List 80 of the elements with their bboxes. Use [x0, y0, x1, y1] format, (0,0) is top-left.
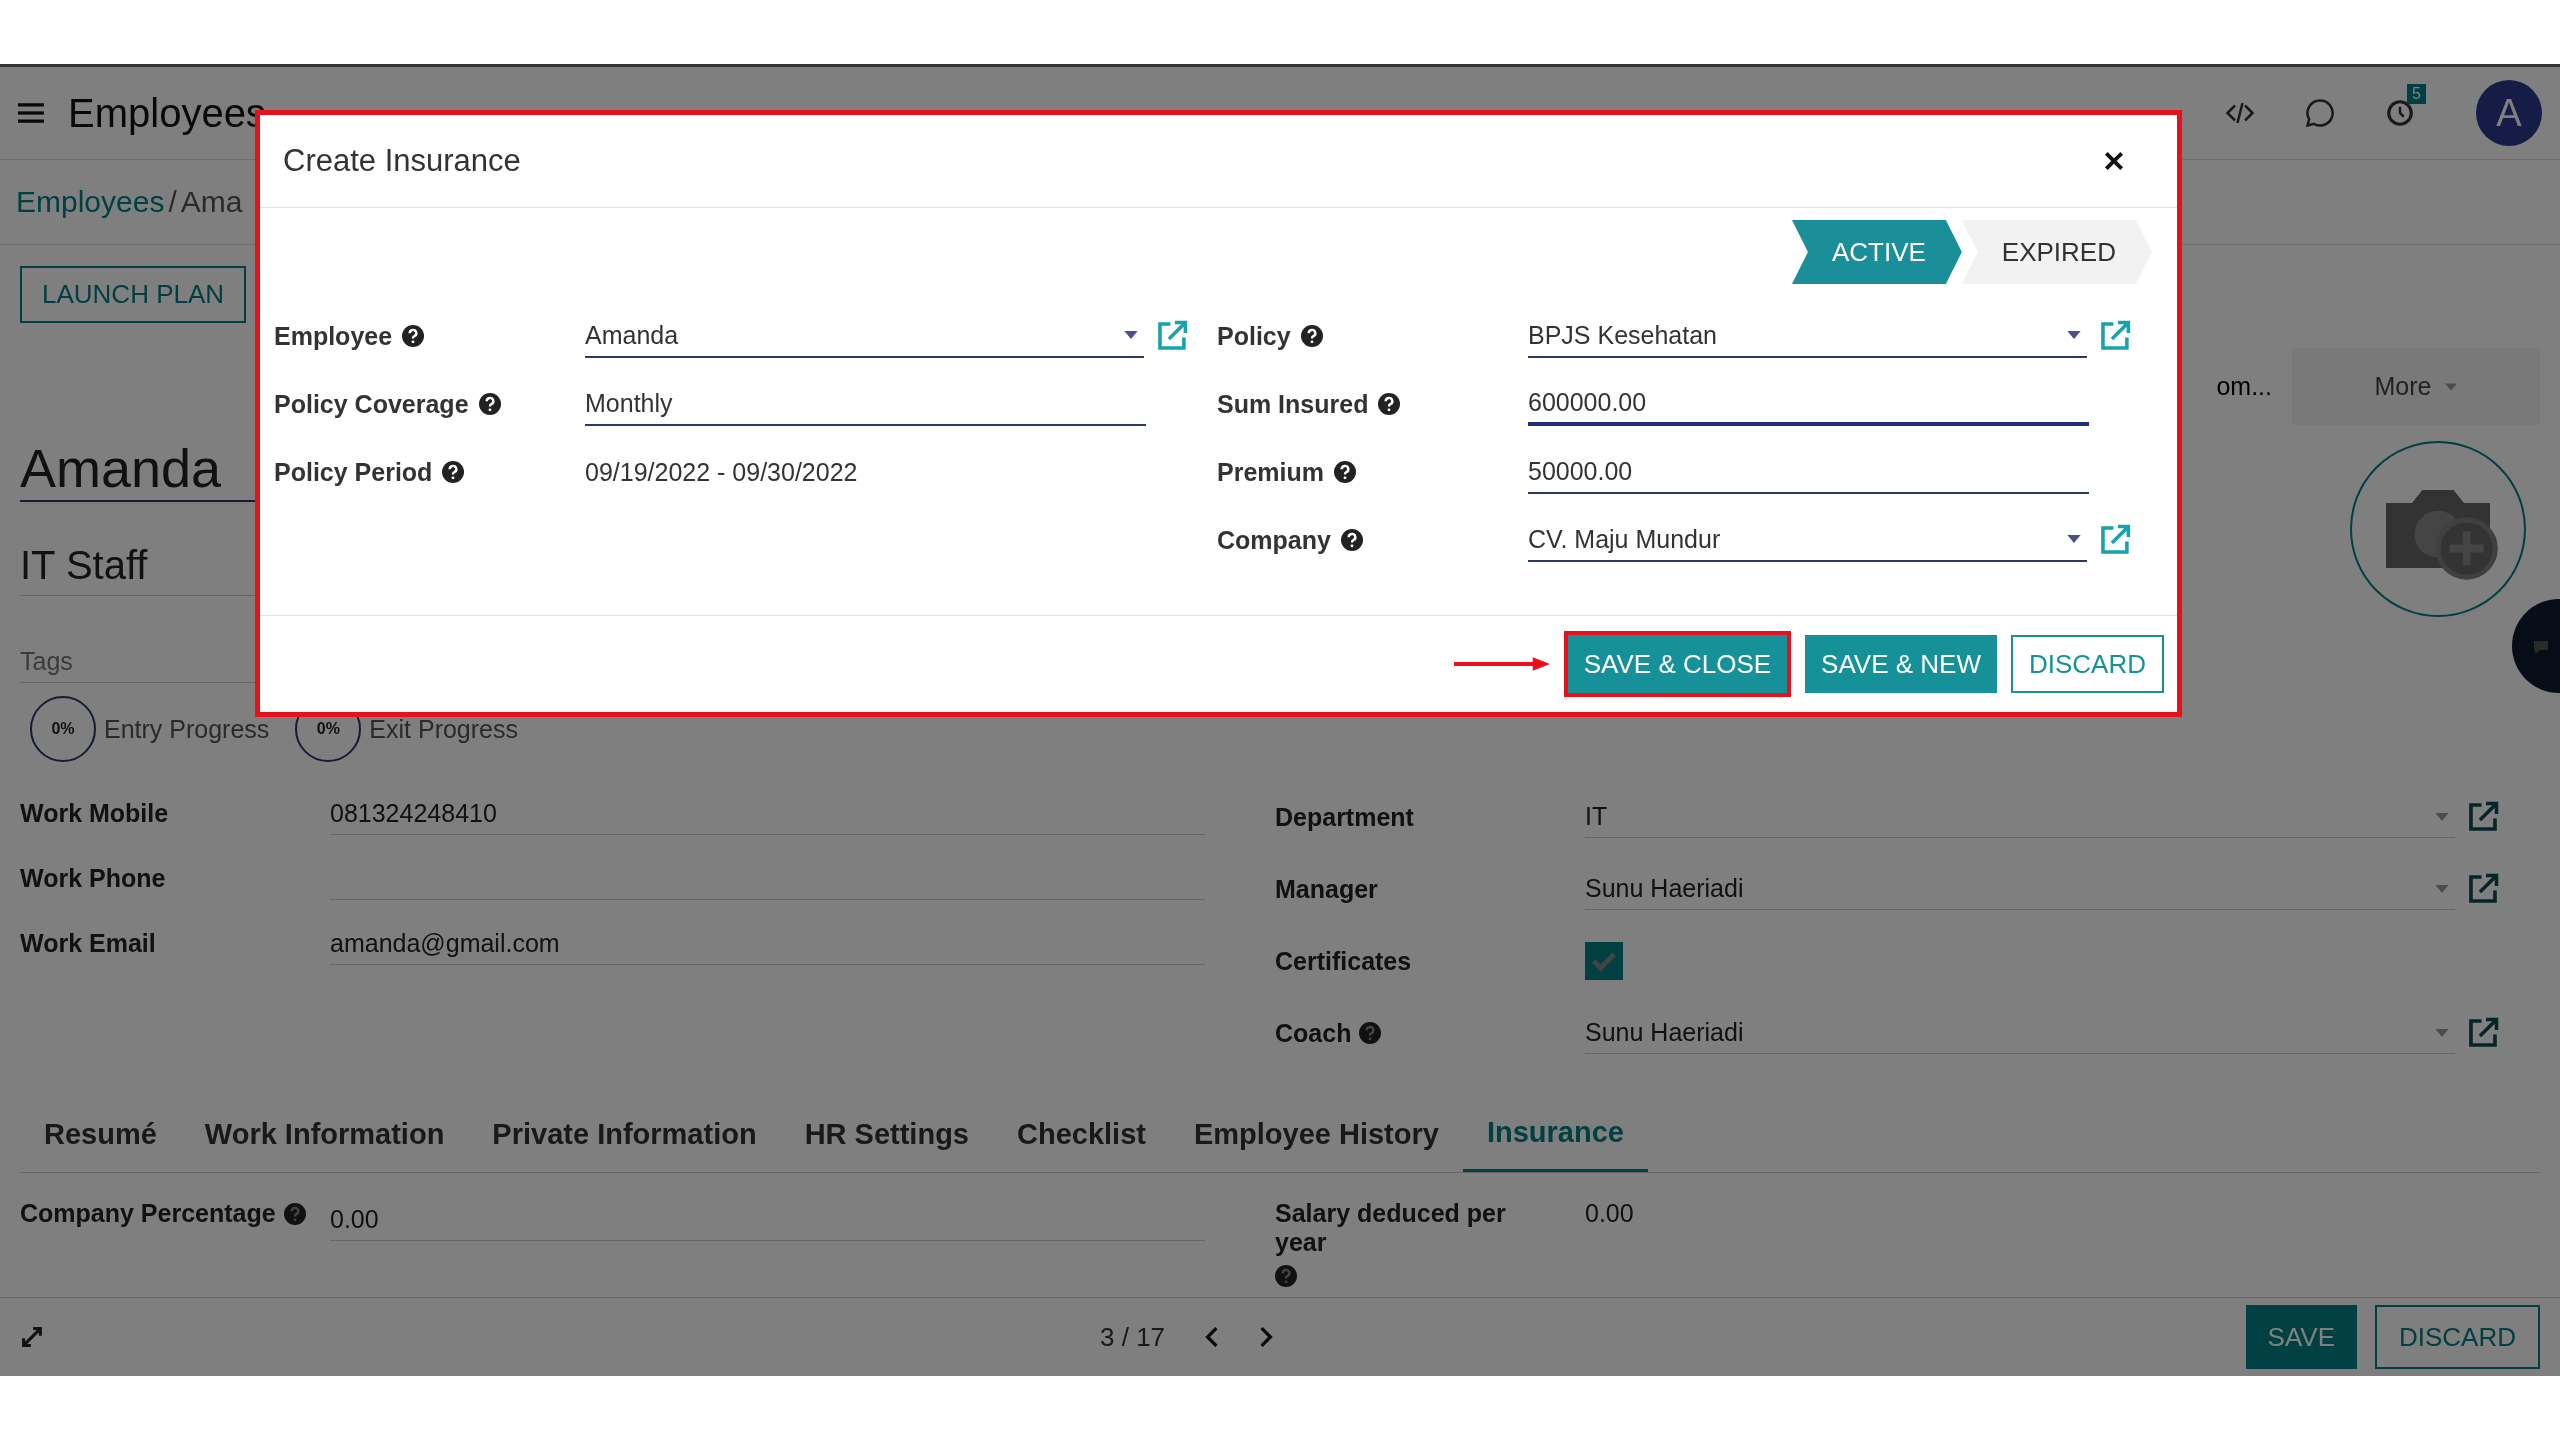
tab[interactable]: Work Information	[180, 1096, 469, 1172]
dropdown-field[interactable]: CV. Maju Mundur	[1528, 518, 2088, 562]
field-value: 09/19/2022 - 09/30/2022	[585, 457, 858, 487]
status-step[interactable]: EXPIRED	[1961, 220, 2152, 284]
text-field[interactable]: 50000.00	[1528, 450, 2089, 494]
user-avatar[interactable]: A	[2476, 80, 2542, 146]
close-icon[interactable]	[2103, 150, 2125, 172]
help-icon[interactable]	[402, 325, 425, 347]
field-label: Policy	[1217, 321, 1291, 351]
caret-icon	[2067, 331, 2082, 339]
field-label: Company	[1217, 525, 1331, 555]
field-label: Policy Period	[274, 457, 433, 487]
pager-counter: 3 / 17	[1100, 1321, 1166, 1353]
help-icon[interactable]	[1340, 529, 1363, 551]
caret-icon	[2435, 812, 2449, 821]
field-label: Policy Coverage	[274, 389, 469, 419]
field-label: Certificates	[1275, 946, 1412, 976]
dialog-button[interactable]: DISCARD	[2011, 635, 2164, 693]
field-label: Sum Insured	[1217, 389, 1369, 419]
field-label: Coach	[1275, 1018, 1352, 1048]
caret-icon	[2435, 1028, 2449, 1037]
field-label: Department	[1275, 802, 1414, 832]
field-label: Premium	[1217, 457, 1324, 487]
progress-label: Exit Progress	[369, 714, 518, 744]
dialog-button[interactable]: SAVE & CLOSE	[1567, 635, 1788, 693]
field-label: Employee	[274, 321, 393, 351]
text-field[interactable]: Monthly	[585, 382, 1146, 426]
dropdown-field[interactable]: BPJS Kesehatan	[1528, 314, 2088, 358]
menu-icon[interactable]	[18, 102, 44, 124]
help-icon[interactable]	[478, 393, 501, 415]
help-icon[interactable]	[442, 461, 465, 483]
discard-button[interactable]: DISCARD	[2375, 1305, 2540, 1369]
caret-icon	[2445, 382, 2458, 391]
caret-icon	[1124, 331, 1139, 339]
dropdown-field[interactable]: Amanda	[585, 314, 1145, 358]
help-icon[interactable]	[1378, 393, 1401, 415]
tab[interactable]: Checklist	[993, 1096, 1170, 1172]
chat-bubble-icon[interactable]	[2512, 599, 2560, 693]
field-label: Manager	[1275, 874, 1378, 904]
breadcrumb-link[interactable]: Employees	[16, 185, 165, 219]
tab[interactable]: Employee History	[1169, 1096, 1463, 1172]
progress-label: Entry Progress	[104, 714, 270, 744]
dialog-title: Create Insurance	[283, 143, 521, 179]
checkbox[interactable]	[1585, 942, 1623, 980]
next-icon[interactable]	[1259, 1326, 1274, 1348]
help-icon[interactable]	[1334, 461, 1356, 483]
clock-icon[interactable]	[2385, 98, 2416, 128]
photo-placeholder[interactable]	[2350, 441, 2526, 617]
field-label: Work Mobile	[20, 799, 170, 828]
field-label: Work Phone	[20, 864, 167, 893]
field-label: Work Email	[20, 929, 157, 958]
previous-icon[interactable]	[1205, 1326, 1220, 1348]
progress-circle: 0%	[30, 696, 96, 762]
caret-icon	[2067, 535, 2082, 543]
text-field[interactable]: amanda@gmail.com	[330, 922, 1205, 965]
expand-icon[interactable]	[20, 1325, 44, 1349]
text-field[interactable]: 600000.00	[1528, 382, 2089, 426]
dropdown-field[interactable]: Sunu Haeriadi	[1585, 1012, 2455, 1054]
help-icon[interactable]	[1300, 325, 1323, 347]
notification-badge: 5	[2407, 84, 2426, 104]
dropdown-field[interactable]: IT	[1585, 796, 2455, 838]
text-field[interactable]: 081324248410	[330, 792, 1205, 835]
dropdown-field[interactable]: Sunu Haeriadi	[1585, 868, 2455, 910]
tab[interactable]: Insurance	[1462, 1096, 1648, 1172]
status-step[interactable]: ACTIVE	[1791, 220, 1962, 284]
chat-icon[interactable]	[2305, 98, 2336, 128]
save-button[interactable]: SAVE	[2245, 1305, 2357, 1369]
tab[interactable]: Private Information	[468, 1096, 781, 1172]
more-button[interactable]: More	[2292, 348, 2540, 425]
tab[interactable]: HR Settings	[780, 1096, 993, 1172]
breadcrumb-separator: /	[168, 185, 177, 219]
caret-icon	[2435, 884, 2449, 893]
tab[interactable]: Resumé	[20, 1096, 181, 1172]
text-field[interactable]: 0.00	[330, 1199, 1205, 1241]
breadcrumb-current: Ama	[180, 185, 243, 219]
field-label: Salary deduced per year	[1275, 1199, 1507, 1257]
field-label: Company Percentage	[20, 1199, 276, 1228]
launch-plan-button[interactable]: LAUNCH PLAN	[20, 266, 247, 323]
dialog-button[interactable]: SAVE & NEW	[1805, 635, 1997, 693]
field-value: 0.00	[1585, 1199, 1634, 1228]
